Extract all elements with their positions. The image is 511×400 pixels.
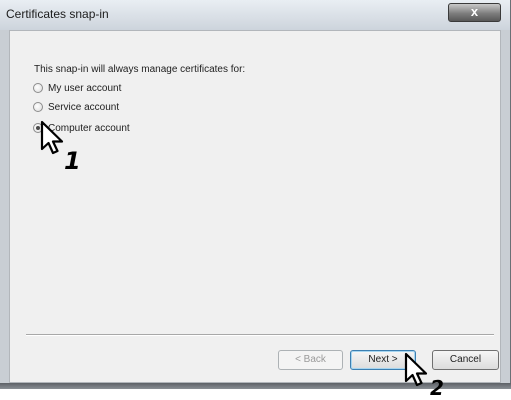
option-service-account[interactable]: Service account (33, 100, 119, 114)
step-2-label: 2 (430, 376, 444, 400)
cancel-button[interactable]: Cancel (432, 350, 499, 370)
dialog-content: This snap-in will always manage certific… (9, 30, 501, 383)
close-button[interactable]: x (448, 3, 501, 22)
option-label-service-account: Service account (48, 101, 120, 113)
title-bar: Certificates snap-in x (0, 0, 510, 30)
button-separator (26, 334, 494, 336)
mouse-pointer-icon (40, 120, 64, 155)
instruction-text: This snap-in will always manage certific… (34, 64, 246, 75)
option-my-user-account[interactable]: My user account (33, 81, 121, 95)
back-button[interactable]: < Back (278, 350, 343, 370)
step-1-label: 1 (64, 147, 81, 175)
mouse-pointer-icon-2 (404, 352, 428, 387)
option-label-my-user-account: My user account (48, 82, 122, 94)
radio-my-user-account[interactable] (33, 83, 43, 93)
radio-service-account[interactable] (33, 102, 43, 112)
certificates-snapin-window: Certificates snap-in x This snap-in will… (0, 0, 511, 389)
window-title: Certificates snap-in (6, 7, 109, 21)
close-icon: x (470, 4, 479, 19)
